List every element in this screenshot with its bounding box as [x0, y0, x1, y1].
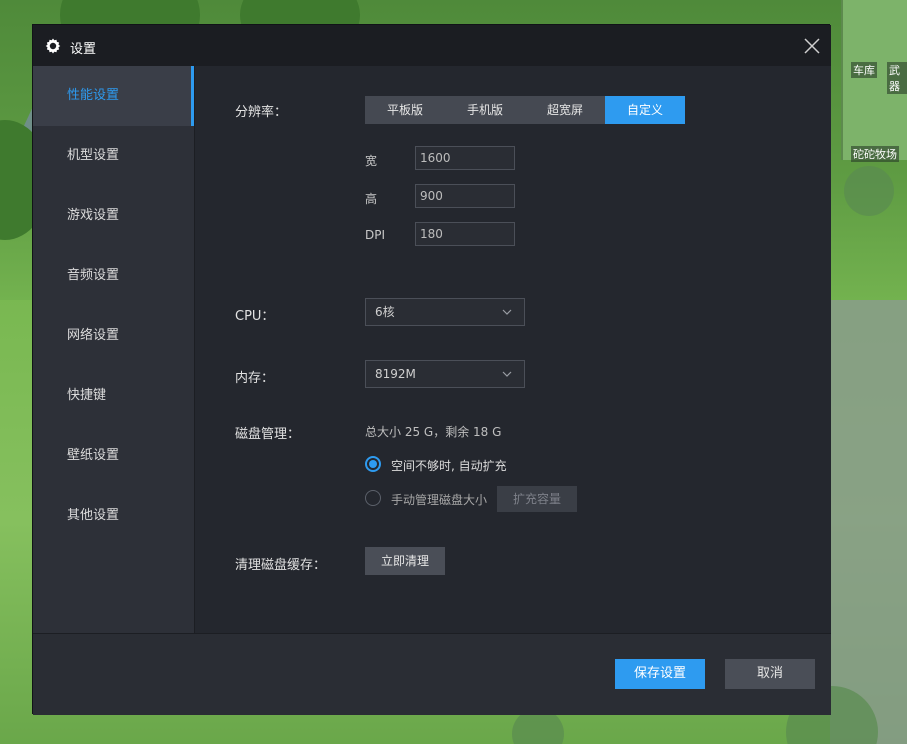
memory-value: 8192M [375, 367, 416, 381]
dpi-field[interactable]: 180 [415, 222, 515, 246]
chevron-down-icon [502, 371, 512, 377]
sidebar-item-shortcuts[interactable]: 快捷键 [33, 366, 194, 426]
cpu-value: 6核 [375, 305, 395, 319]
sidebar-item-audio[interactable]: 音频设置 [33, 246, 194, 306]
expand-capacity-button: 扩充容量 [497, 486, 577, 512]
window-title: 设置 [70, 42, 97, 57]
resolution-ultrawide-button[interactable]: 超宽屏 [525, 96, 605, 124]
game-action-button [844, 166, 894, 216]
sidebar-item-game[interactable]: 游戏设置 [33, 186, 194, 246]
cpu-label: CPU： [235, 309, 275, 324]
minimap-label: 武器 [887, 62, 907, 94]
save-button[interactable]: 保存设置 [615, 659, 705, 689]
disk-summary: 总大小 25 G，剩余 18 G [365, 425, 502, 439]
minimap: 车库 武器 砣砣牧场 [841, 0, 907, 162]
manual-disk-radio[interactable] [365, 490, 381, 506]
performance-settings-panel: 分辨率： 平板版 手机版 超宽屏 自定义 宽 1600 高 900 DPI 18… [194, 66, 831, 633]
dpi-label: DPI [365, 228, 386, 242]
dialog-footer: 保存设置 取消 [33, 633, 831, 715]
resolution-tablet-button[interactable]: 平板版 [365, 96, 445, 124]
settings-sidebar: 性能设置 机型设置 游戏设置 音频设置 网络设置 快捷键 壁纸设置 其他设置 [33, 66, 194, 633]
sidebar-item-other[interactable]: 其他设置 [33, 486, 194, 546]
width-label: 宽 [365, 154, 378, 168]
memory-label: 内存： [235, 371, 275, 386]
minimap-label: 车库 [851, 62, 877, 78]
height-label: 高 [365, 192, 378, 206]
resolution-phone-button[interactable]: 手机版 [445, 96, 525, 124]
gear-icon [45, 38, 61, 54]
close-icon[interactable] [803, 37, 821, 55]
manual-disk-label[interactable]: 手动管理磁盘大小 [391, 491, 487, 508]
width-field[interactable]: 1600 [415, 146, 515, 170]
clear-now-button[interactable]: 立即清理 [365, 547, 445, 575]
clear-cache-label: 清理磁盘缓存： [235, 558, 327, 573]
chevron-down-icon [502, 309, 512, 315]
title-bar: 设置 [33, 25, 831, 66]
sidebar-item-performance[interactable]: 性能设置 [33, 66, 194, 126]
auto-expand-radio[interactable] [365, 456, 381, 472]
auto-expand-label[interactable]: 空间不够时, 自动扩充 [391, 457, 507, 474]
resolution-mode-selector: 平板版 手机版 超宽屏 自定义 [365, 96, 685, 124]
settings-dialog: 设置 性能设置 机型设置 游戏设置 音频设置 网络设置 快捷键 壁纸设置 其他设… [32, 24, 831, 715]
cpu-select[interactable]: 6核 [365, 298, 525, 326]
resolution-label: 分辨率： [235, 105, 288, 120]
sidebar-item-device-model[interactable]: 机型设置 [33, 126, 194, 186]
disk-management-label: 磁盘管理： [235, 427, 301, 442]
height-field[interactable]: 900 [415, 184, 515, 208]
sidebar-item-network[interactable]: 网络设置 [33, 306, 194, 366]
cancel-button[interactable]: 取消 [725, 659, 815, 689]
background-road [830, 300, 907, 744]
minimap-label: 砣砣牧场 [851, 146, 899, 162]
memory-select[interactable]: 8192M [365, 360, 525, 388]
sidebar-item-wallpaper[interactable]: 壁纸设置 [33, 426, 194, 486]
resolution-custom-button[interactable]: 自定义 [605, 96, 685, 124]
